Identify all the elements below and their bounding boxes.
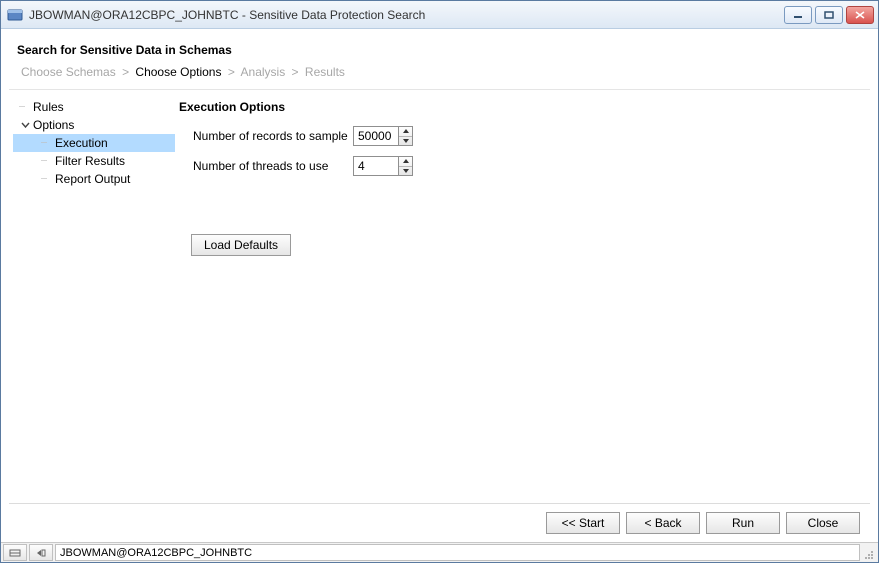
close-button[interactable]: Close <box>786 512 860 534</box>
breadcrumb-step-analysis: Analysis <box>241 65 286 79</box>
tree-item-report-output[interactable]: ┄ Report Output <box>13 170 175 188</box>
chevron-right-icon: > <box>228 65 235 79</box>
title-bar: JBOWMAN@ORA12CBPC_JOHNBTC - Sensitive Da… <box>1 1 878 29</box>
resize-grip-icon[interactable] <box>860 543 876 562</box>
tree-item-filter-results[interactable]: ┄ Filter Results <box>13 152 175 170</box>
options-tree: ┄ Rules Options ┄ Execution ┄ Filter Res… <box>9 98 179 503</box>
content-area: Search for Sensitive Data in Schemas Cho… <box>1 29 878 542</box>
spin-down-icon[interactable] <box>399 137 412 146</box>
window-controls <box>784 6 874 24</box>
tree-label: Report Output <box>55 172 130 186</box>
spin-up-icon[interactable] <box>399 127 412 137</box>
breadcrumb-step-options[interactable]: Choose Options <box>135 65 221 79</box>
tree-item-execution[interactable]: ┄ Execution <box>13 134 175 152</box>
breadcrumb-step-results: Results <box>305 65 345 79</box>
start-button[interactable]: << Start <box>546 512 620 534</box>
tree-connector-icon: ┄ <box>41 138 55 149</box>
threads-input[interactable] <box>354 157 398 175</box>
maximize-button[interactable] <box>815 6 843 24</box>
status-connection: JBOWMAN@ORA12CBPC_JOHNBTC <box>55 544 860 561</box>
breadcrumb: Choose Schemas > Choose Options > Analys… <box>9 63 870 90</box>
tree-connector-icon: ┄ <box>41 156 55 167</box>
records-label: Number of records to sample <box>193 129 353 143</box>
app-icon <box>7 7 23 23</box>
status-icon-button-2[interactable] <box>29 544 53 561</box>
threads-stepper[interactable] <box>353 156 413 176</box>
threads-label: Number of threads to use <box>193 159 353 173</box>
page-title: Search for Sensitive Data in Schemas <box>9 37 870 63</box>
wizard-footer: << Start < Back Run Close <box>9 503 870 542</box>
back-button[interactable]: < Back <box>626 512 700 534</box>
spin-up-icon[interactable] <box>399 157 412 167</box>
threads-spin <box>398 157 412 175</box>
tree-connector-icon: ┄ <box>19 102 33 113</box>
tree-item-options[interactable]: Options <box>13 116 175 134</box>
chevron-down-icon[interactable] <box>19 119 31 131</box>
records-spin <box>398 127 412 145</box>
status-bar: JBOWMAN@ORA12CBPC_JOHNBTC <box>1 542 878 562</box>
chevron-right-icon: > <box>122 65 129 79</box>
app-window: JBOWMAN@ORA12CBPC_JOHNBTC - Sensitive Da… <box>0 0 879 563</box>
run-button[interactable]: Run <box>706 512 780 534</box>
load-defaults-button[interactable]: Load Defaults <box>191 234 291 256</box>
tree-connector-icon: ┄ <box>41 174 55 185</box>
window-title: JBOWMAN@ORA12CBPC_JOHNBTC - Sensitive Da… <box>29 8 784 22</box>
section-title: Execution Options <box>179 100 862 114</box>
records-row: Number of records to sample <box>179 126 862 146</box>
close-window-button[interactable] <box>846 6 874 24</box>
status-icon-button-1[interactable] <box>3 544 27 561</box>
tree-item-rules[interactable]: ┄ Rules <box>13 98 175 116</box>
body-split: ┄ Rules Options ┄ Execution ┄ Filter Res… <box>9 90 870 503</box>
threads-row: Number of threads to use <box>179 156 862 176</box>
chevron-right-icon: > <box>292 65 299 79</box>
breadcrumb-step-schemas[interactable]: Choose Schemas <box>21 65 116 79</box>
records-input[interactable] <box>354 127 398 145</box>
minimize-button[interactable] <box>784 6 812 24</box>
tree-label: Options <box>33 118 74 132</box>
records-stepper[interactable] <box>353 126 413 146</box>
spin-down-icon[interactable] <box>399 167 412 176</box>
main-panel: Execution Options Number of records to s… <box>179 98 870 503</box>
tree-label: Execution <box>55 136 108 150</box>
tree-label: Filter Results <box>55 154 125 168</box>
tree-label: Rules <box>33 100 64 114</box>
